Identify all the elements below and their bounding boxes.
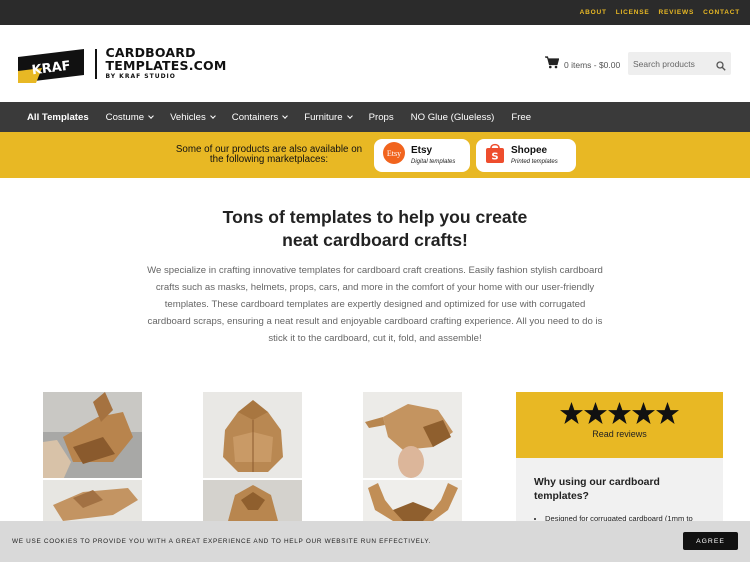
hero-title-line-1: Tons of templates to help you create — [222, 207, 528, 227]
nav-item-no-glue[interactable]: NO Glue (Glueless) — [411, 112, 495, 123]
nav-label: Costume — [105, 111, 145, 123]
license-link[interactable]: LICENSE — [616, 9, 650, 16]
shopee-name: Shopee — [511, 144, 548, 156]
chevron-down-icon — [148, 113, 154, 119]
main-nav: All Templates Costume Vehicles Container… — [0, 102, 750, 132]
logo-line-2: TEMPLATES.COM — [105, 57, 227, 73]
chevron-down-icon — [209, 113, 216, 119]
etsy-name: Etsy — [411, 144, 433, 156]
nav-label: Vehicles — [170, 111, 206, 123]
shopee-button[interactable]: S Shopee Printed templates — [476, 138, 576, 172]
star-icon — [560, 402, 583, 424]
svg-text:Etsy: Etsy — [387, 149, 401, 158]
agree-button[interactable]: AGREE — [683, 532, 738, 550]
nav-item-free[interactable]: Free — [511, 112, 531, 123]
star-icon — [656, 402, 679, 424]
shopee-sub: Printed templates — [511, 158, 558, 165]
cardboard-creature-head-photo[interactable] — [363, 392, 462, 480]
logo-text[interactable]: CARDBOARD TEMPLATES.COM BY KRAF STUDIO — [105, 46, 227, 80]
nav-item-props[interactable]: Props — [369, 112, 394, 123]
nav-item-containers[interactable]: Containers — [231, 111, 289, 123]
marketplace-text: Some of our products are also available … — [175, 143, 363, 165]
hero-description: We specialize in crafting innovative tem… — [147, 265, 603, 344]
hero-title-line-2: neat cardboard crafts! — [282, 230, 468, 250]
etsy-sub: Digital templates — [411, 158, 456, 165]
cardboard-crown-side-photo[interactable] — [203, 480, 302, 521]
star-icon — [584, 402, 607, 424]
rating-stars — [516, 402, 723, 424]
contact-link[interactable]: CONTACT — [703, 9, 740, 16]
cardboard-creature-side-photo[interactable] — [363, 480, 462, 521]
nav-label: Furniture — [304, 111, 343, 123]
nav-item-all-templates[interactable]: All Templates — [27, 112, 89, 123]
nav-label: Free — [511, 111, 532, 123]
cart-icon — [545, 56, 560, 74]
nav-label: NO Glue (Glueless) — [410, 111, 495, 123]
cookie-banner: WE USE COOKIES TO PROVIDE YOU WITH A GRE… — [0, 521, 750, 562]
nav-item-furniture[interactable]: Furniture — [304, 111, 353, 123]
etsy-button[interactable]: Etsy Etsy Digital templates — [374, 138, 470, 172]
nav-item-costume[interactable]: Costume — [105, 111, 154, 123]
top-bar: ABOUT LICENSE REVIEWS CONTACT — [0, 0, 750, 25]
svg-text:S: S — [491, 151, 498, 162]
chevron-down-icon — [282, 113, 289, 119]
cart-link[interactable]: 0 items - $0.00 — [545, 56, 620, 74]
shopee-bag-icon: S — [485, 142, 505, 169]
reviews-box[interactable]: Read reviews — [516, 392, 723, 458]
hero-title: Tons of templates to help you create nea… — [0, 206, 750, 252]
about-link[interactable]: ABOUT — [580, 9, 607, 16]
read-reviews-link[interactable]: Read reviews — [516, 429, 723, 439]
cardboard-crown-helmet-photo[interactable] — [203, 392, 302, 480]
cardboard-dragon-head-photo[interactable] — [43, 392, 142, 480]
nav-label: Containers — [231, 111, 279, 123]
nav-item-vehicles[interactable]: Vehicles — [170, 111, 216, 123]
logo-line-3: BY KRAF STUDIO — [105, 73, 176, 80]
reviews-link[interactable]: REVIEWS — [659, 9, 695, 16]
star-icon — [632, 402, 655, 424]
nav-label: All Templates — [27, 111, 89, 123]
cookie-text: WE USE COOKIES TO PROVIDE YOU WITH A GRE… — [12, 538, 432, 545]
nav-label: Props — [368, 111, 394, 123]
why-title: Why using our cardboard templates? — [534, 477, 660, 502]
cardboard-dragon-side-photo[interactable] — [43, 480, 142, 521]
logo-divider — [95, 48, 97, 79]
etsy-icon: Etsy — [383, 141, 405, 169]
star-icon — [608, 402, 631, 424]
cart-summary: 0 items - $0.00 — [564, 60, 621, 70]
marketplace-banner: Some of our products are also available … — [0, 132, 750, 178]
chevron-down-icon — [346, 113, 353, 119]
search-input[interactable] — [633, 58, 713, 69]
search-bar — [628, 52, 731, 75]
search-icon[interactable] — [716, 58, 726, 76]
kraf-logo-icon[interactable]: KRAF — [18, 48, 84, 83]
